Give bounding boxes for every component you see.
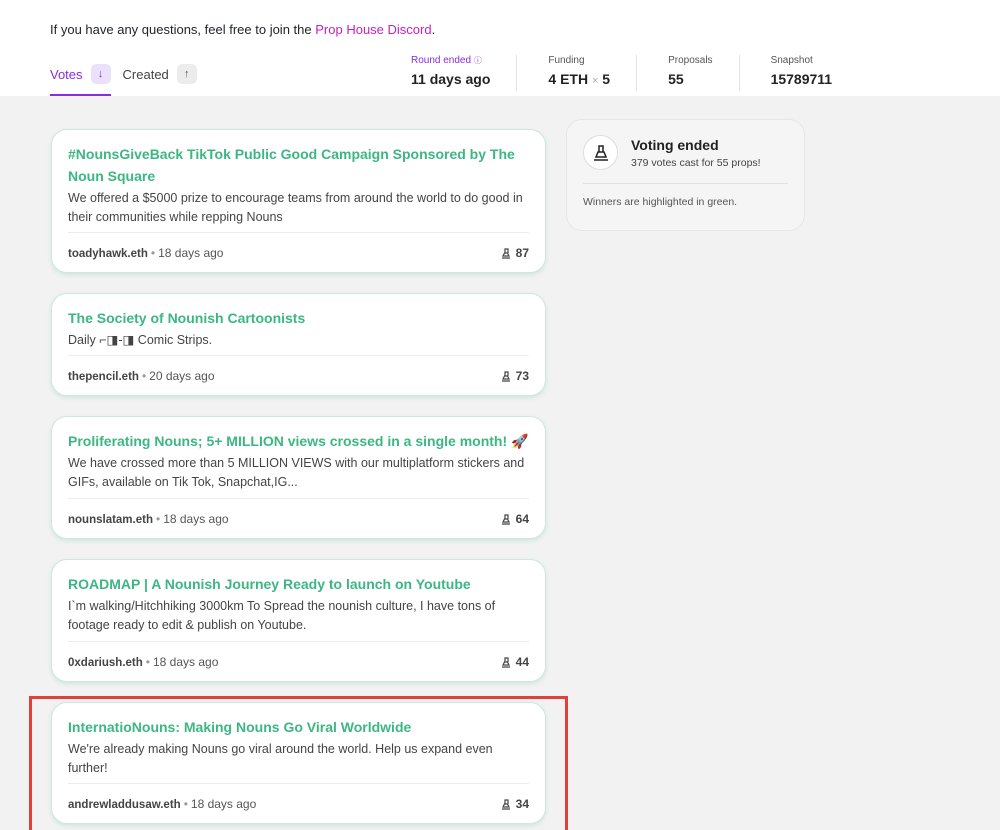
proposal-footer: 0xdariush.eth • 18 days ago 44 (68, 641, 529, 681)
tab-created[interactable]: Created ↑ (123, 62, 197, 96)
proposal-description: We have crossed more than 5 MILLION VIEW… (68, 456, 525, 489)
proposal-footer: nounslatam.eth • 18 days ago 64 (68, 498, 529, 538)
divider (583, 183, 788, 184)
proposal-card[interactable]: Proliferating Nouns; 5+ MILLION views cr… (51, 416, 546, 539)
proposal-title[interactable]: #NounsGiveBack TikTok Public Good Campai… (68, 143, 529, 187)
voting-status-summary: 379 votes cast for 55 props! (631, 156, 761, 169)
proposal-card[interactable]: ROADMAP | A Nounish Journey Ready to lau… (51, 559, 546, 682)
ballot-icon (501, 513, 510, 525)
winners-note: Winners are highlighted in green. (583, 196, 738, 208)
stat-proposals: Proposals 55 (668, 55, 740, 91)
arrow-down-icon[interactable]: ↓ (90, 64, 111, 84)
ballot-box-icon (583, 135, 618, 170)
voting-status-panel: Voting ended 379 votes cast for 55 props… (566, 119, 805, 231)
vote-count: 64 (500, 512, 529, 526)
proposal-author[interactable]: 0xdariush.eth (68, 657, 143, 669)
proposal-date: 18 days ago (163, 511, 229, 526)
proposal-title[interactable]: ROADMAP | A Nounish Journey Ready to lau… (68, 573, 529, 595)
proposal-date: 20 days ago (149, 368, 215, 383)
stat-round: Round ended ⓘ 11 days ago (411, 55, 518, 91)
arrow-up-icon[interactable]: ↑ (176, 64, 197, 84)
proposal-date: 18 days ago (152, 654, 219, 669)
sort-tabs: Votes ↓ Created ↑ (50, 62, 197, 96)
stat-snapshot: Snapshot 15789711 (770, 55, 833, 87)
tab-votes[interactable]: Votes ↓ (50, 62, 111, 96)
ballot-icon (501, 370, 510, 382)
proposal-card[interactable]: #NounsGiveBack TikTok Public Good Campai… (51, 129, 546, 273)
vote-count: 87 (500, 246, 529, 260)
vote-count: 73 (500, 369, 529, 383)
discord-link[interactable]: Prop House Discord (315, 22, 431, 37)
voting-status-title: Voting ended (631, 136, 719, 153)
proposal-description: Daily ⌐◨-◨ Comic Strips. (68, 333, 213, 347)
proposal-footer: toadyhawk.eth • 18 days ago 87 (68, 232, 529, 272)
vote-count: 44 (500, 655, 529, 669)
proposal-title[interactable]: Proliferating Nouns; 5+ MILLION views cr… (68, 430, 529, 452)
intro-text: If you have any questions, feel free to … (50, 22, 436, 37)
stat-funding: Funding 4 ETH × 5 (548, 55, 638, 91)
proposal-footer: thepencil.eth • 20 days ago 73 (68, 355, 529, 395)
proposal-card[interactable]: The Society of Nounish Cartoonists Daily… (51, 293, 546, 396)
highlight-box (29, 696, 568, 830)
ballot-icon (501, 656, 510, 668)
ballot-icon (501, 247, 510, 259)
proposal-description: I`m walking/Hitchhiking 3000km To Spread… (68, 599, 496, 632)
proposal-description: We offered a $5000 prize to encourage te… (68, 191, 523, 224)
proposal-date: 18 days ago (158, 245, 224, 260)
proposal-author[interactable]: thepencil.eth (68, 371, 139, 383)
info-icon[interactable]: ⓘ (474, 56, 482, 65)
round-stats: Round ended ⓘ 11 days ago Funding 4 ETH … (411, 55, 858, 91)
proposal-author[interactable]: toadyhawk.eth (68, 248, 148, 260)
proposal-title[interactable]: The Society of Nounish Cartoonists (68, 307, 529, 329)
round-header: If you have any questions, feel free to … (0, 0, 1000, 96)
proposal-author[interactable]: nounslatam.eth (68, 514, 153, 526)
